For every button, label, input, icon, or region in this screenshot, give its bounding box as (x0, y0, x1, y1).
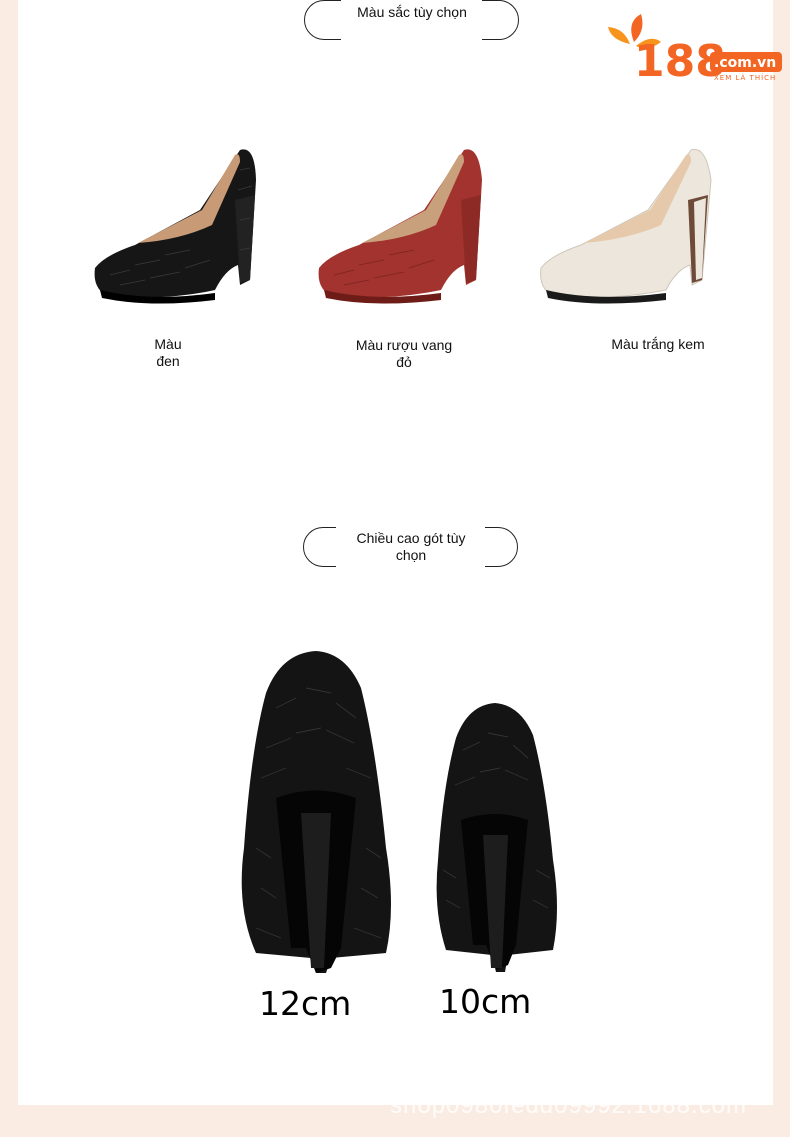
brand-logo: 188 .com.vn XEM LÀ THÍCH (608, 14, 782, 84)
heel-12cm-label: 12cm (259, 984, 352, 1023)
color-option-cream-label: Màu trắng kem (611, 336, 705, 352)
color-section-header: Màu sắc tùy chọn (304, 0, 519, 41)
shoe-12cm-back-image[interactable] (236, 648, 396, 978)
shop-watermark: shop0980fedd09992.1688.com (390, 1092, 747, 1119)
heel-section-header: Chiều cao gót tùy chọn (303, 526, 518, 568)
shoe-black-image[interactable] (90, 140, 265, 310)
heel-10cm-label: 10cm (439, 982, 532, 1021)
shoe-10cm-back-image[interactable] (428, 700, 563, 975)
shoe-cream-image[interactable] (536, 140, 716, 310)
color-section-title: Màu sắc tùy chọn (357, 4, 467, 20)
shoe-wine-red-image[interactable] (314, 140, 489, 310)
color-option-black-label: Màu đen (154, 336, 182, 369)
logo-tagline: XEM LÀ THÍCH (714, 73, 776, 82)
heel-section-title: Chiều cao gót tùy chọn (356, 530, 466, 563)
logo-domain: .com.vn (714, 55, 776, 71)
color-option-wine-red-label: Màu rượu vang đỏ (355, 337, 453, 370)
product-detail-panel: Màu sắc tùy chọn Màu đen Màu rượu vang đ… (18, 0, 773, 1105)
